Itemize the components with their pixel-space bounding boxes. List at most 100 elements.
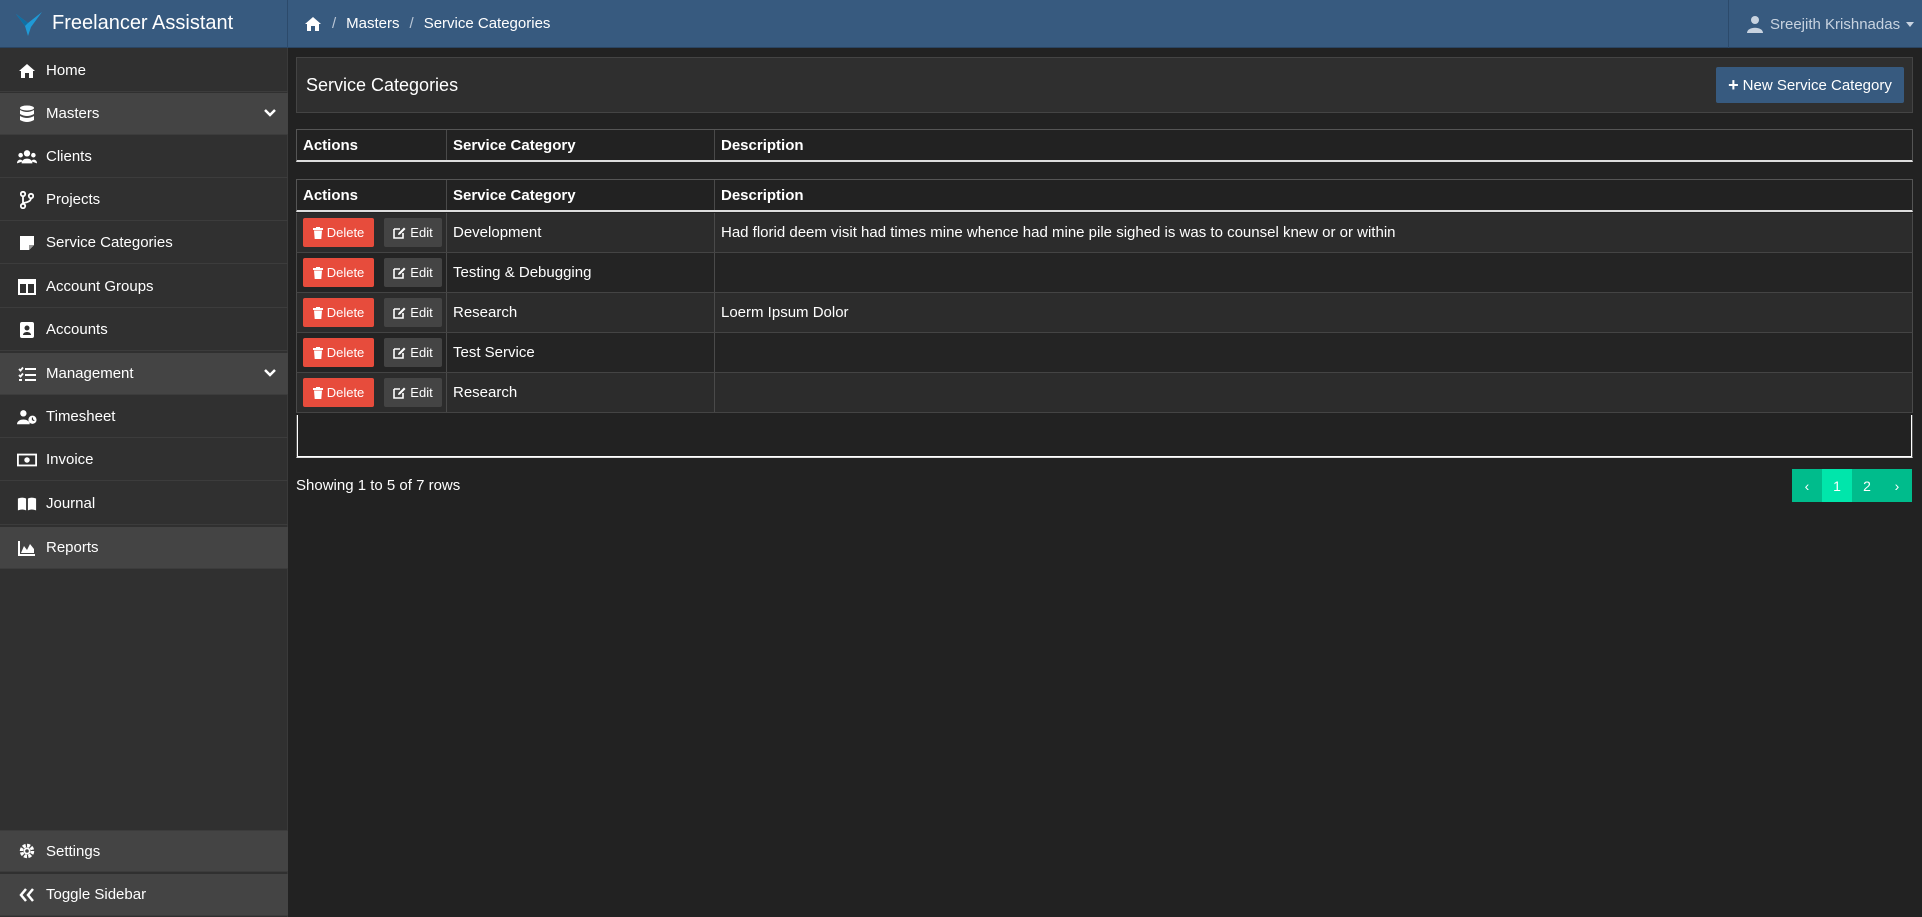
money-bill-icon [17,451,37,469]
sidebar-item-accounts[interactable]: Accounts [0,309,288,351]
delete-label: Delete [326,345,365,360]
top-navbar: Freelancer Assistant / Masters / Service… [0,0,1922,48]
sidebar-item-reports[interactable]: Reports [0,527,288,569]
trash-icon [312,266,323,279]
sidebar-item-label: Timesheet [46,408,116,425]
double-chevron-left-icon [17,886,37,904]
pagination-summary: Showing 1 to 5 of 7 rows [296,477,461,494]
tasks-icon [17,365,37,383]
brand[interactable]: Freelancer Assistant [0,0,288,48]
sidebar-item-timesheet[interactable]: Timesheet [0,396,288,438]
row-actions: Delete Edit [297,373,447,412]
database-icon [17,105,37,123]
sidebar-item-label: Reports [46,539,99,556]
service-category-cell: Test Service [447,333,715,372]
sidebar-toggle-button[interactable]: Toggle Sidebar [0,874,288,916]
delete-button[interactable]: Delete [303,218,374,247]
row-actions: Delete Edit [297,253,447,292]
service-category-cell: Research [447,293,715,332]
app-title: Freelancer Assistant [52,12,234,34]
bird-logo-icon [16,11,42,36]
home-icon[interactable] [304,16,322,32]
page-button-2[interactable]: 2 [1852,469,1882,502]
gear-icon [17,842,37,860]
row-actions: Delete Edit [297,213,447,252]
table-row: Delete Edit Development Had florid deem … [296,213,1913,253]
new-button-label: New Service Category [1742,76,1892,94]
sidebar-item-invoice[interactable]: Invoice [0,439,288,481]
user-name: Sreejith Krishnadas [1770,15,1901,33]
sidebar-item-journal[interactable]: Journal [0,483,288,525]
column-header-actions[interactable]: Actions [297,180,447,210]
sidebar-item-label: Toggle Sidebar [46,886,147,903]
delete-button[interactable]: Delete [303,298,374,327]
address-book-icon [17,321,37,339]
prev-page-button[interactable]: ‹ [1792,469,1822,502]
description-cell: Had florid deem visit had times mine whe… [721,224,1396,241]
edit-icon [393,307,406,319]
row-actions: Delete Edit [297,333,447,372]
table-row: Delete Edit Test Service [296,333,1913,373]
sidebar-item-label: Service Categories [46,234,173,251]
edit-label: Edit [410,385,433,400]
sidebar-item-service-categories[interactable]: Service Categories [0,222,288,264]
breadcrumb-masters[interactable]: Masters [346,15,399,32]
sidebar-item-label: Account Groups [46,278,154,295]
sidebar-item-management[interactable]: Management [0,353,288,395]
sidebar-item-account-groups[interactable]: Account Groups [0,266,288,308]
trash-icon [312,386,323,399]
breadcrumb: / Masters / Service Categories [288,15,550,32]
caret-down-icon [1906,21,1915,27]
trash-icon [312,226,323,239]
delete-label: Delete [326,265,365,280]
column-header-description[interactable]: Description [715,180,1912,210]
pagination: ‹ 1 2 › [1792,469,1912,502]
user-menu[interactable]: Sreejith Krishnadas [1728,0,1922,48]
sidebar-item-label: Home [46,62,87,79]
plus-icon: + [1728,74,1739,95]
table-footer [296,415,1913,458]
column-header-service-category[interactable]: Service Category [447,180,715,210]
service-category-cell: Research [447,373,715,412]
user-clock-icon [17,408,37,426]
trash-icon [312,346,323,359]
delete-button[interactable]: Delete [303,258,374,287]
home-icon [17,62,37,80]
service-category-cell: Development [447,213,715,252]
new-service-category-button[interactable]: + New Service Category [1716,67,1904,103]
page-button-1[interactable]: 1 [1822,469,1852,502]
columns-icon [17,278,37,296]
sidebar-item-projects[interactable]: Projects [0,179,288,221]
table-row: Delete Edit Research Loerm Ipsum Dolor [296,293,1913,333]
sidebar-item-home[interactable]: Home [0,50,288,92]
column-header-description[interactable]: Description [715,130,1912,160]
sidebar-item-clients[interactable]: Clients [0,136,288,178]
code-branch-icon [17,190,37,209]
edit-label: Edit [410,225,433,240]
edit-button[interactable]: Edit [384,298,442,327]
column-header-service-category[interactable]: Service Category [447,130,715,160]
edit-label: Edit [410,265,433,280]
edit-button[interactable]: Edit [384,258,442,287]
sticky-note-icon [17,234,37,252]
column-header-actions[interactable]: Actions [297,130,447,160]
edit-button[interactable]: Edit [384,378,442,407]
service-category-cell: Testing & Debugging [447,253,715,292]
description-cell [715,333,1912,372]
delete-button[interactable]: Delete [303,338,374,367]
chevron-down-icon [264,109,276,117]
edit-icon [393,387,406,399]
user-icon [1747,16,1763,33]
sidebar-item-masters[interactable]: Masters [0,93,288,135]
sidebar-item-label: Journal [46,495,96,512]
delete-label: Delete [326,385,365,400]
description-cell: Loerm Ipsum Dolor [721,304,849,321]
sidebar-item-settings[interactable]: Settings [0,830,288,872]
next-page-button[interactable]: › [1882,469,1912,502]
edit-button[interactable]: Edit [384,218,442,247]
table-row: Delete Edit Testing & Debugging [296,253,1913,293]
sidebar-item-label: Clients [46,148,92,165]
delete-button[interactable]: Delete [303,378,374,407]
edit-label: Edit [410,345,433,360]
edit-button[interactable]: Edit [384,338,442,367]
